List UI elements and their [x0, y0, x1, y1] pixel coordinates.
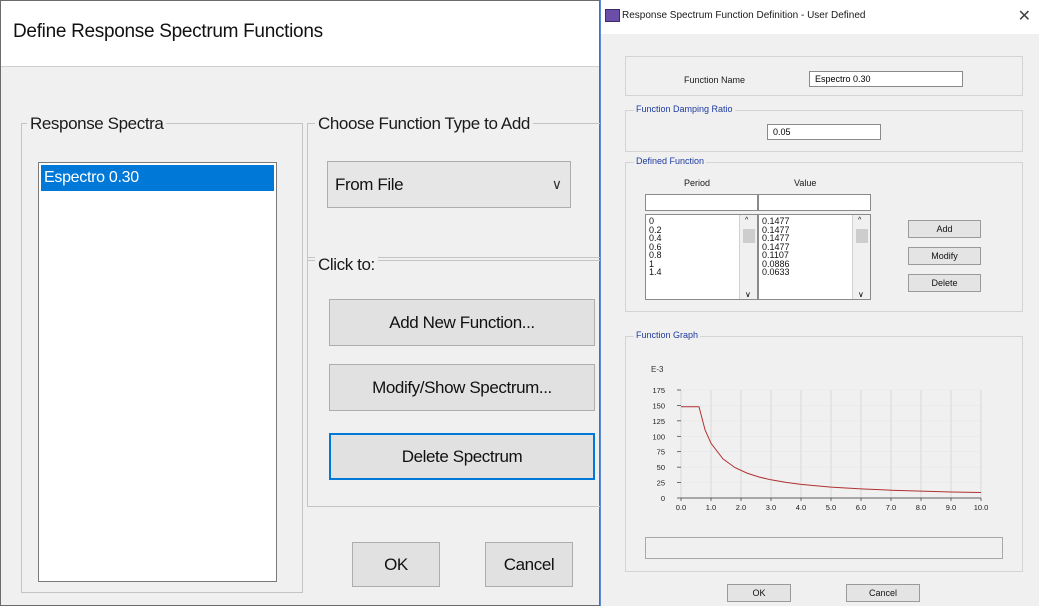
- graph-ticks: 0.0 1.0 2.0 3.0 4.0 5.0 6.0 7.0 8.0 9.0 10.0 0 25 50 7…: [652, 386, 988, 512]
- x-tick-label: 6.0: [856, 503, 866, 512]
- value-listbox[interactable]: 0.1477 0.1477 0.1477 0.1477 0.1107 0.088…: [758, 214, 871, 300]
- period-listbox[interactable]: 0 0.2 0.4 0.6 0.8 1 1.4 ^ ∨: [645, 214, 758, 300]
- y-multiplier-label: E-3: [651, 365, 664, 374]
- x-tick-label: 0.0: [676, 503, 686, 512]
- damping-input[interactable]: 0.05: [767, 124, 881, 140]
- value-list: 0.1477 0.1477 0.1477 0.1477 0.1107 0.088…: [762, 217, 790, 277]
- value-input[interactable]: [758, 194, 871, 211]
- value-header: Value: [794, 178, 817, 188]
- definition-ok-button[interactable]: OK: [727, 584, 791, 602]
- function-name-label: Function Name: [684, 75, 746, 85]
- x-tick-label: 9.0: [946, 503, 956, 512]
- spectrum-definition-dialog: Response Spectrum Function Definition - …: [600, 0, 1039, 606]
- y-tick-label: 25: [657, 479, 665, 488]
- definition-cancel-button[interactable]: Cancel: [846, 584, 920, 602]
- spectra-listbox[interactable]: Espectro 0.30: [38, 162, 277, 582]
- graph-status-box: [645, 537, 1003, 559]
- y-tick-label: 75: [657, 448, 665, 457]
- modify-spectrum-button[interactable]: Modify/Show Spectrum...: [329, 364, 595, 411]
- scroll-up-icon[interactable]: ^: [745, 217, 748, 224]
- delete-spectrum-button[interactable]: Delete Spectrum: [329, 433, 595, 480]
- add-new-function-button[interactable]: Add New Function...: [329, 299, 595, 346]
- y-tick-label: 100: [652, 432, 665, 441]
- scroll-down-icon[interactable]: ∨: [858, 290, 864, 299]
- function-graph: E-3 0.0 1.0 2.0 3.0 4.0 5.0 6.0 7.0 8.0 9.0 10.0 0 2…: [651, 365, 988, 512]
- close-icon[interactable]: ✕: [1018, 6, 1031, 26]
- chevron-down-icon[interactable]: ∨: [552, 176, 562, 193]
- click-to-label: Click to:: [315, 255, 378, 275]
- y-tick-label: 0: [661, 494, 665, 503]
- value-scrollbar[interactable]: ^ ∨: [852, 215, 870, 299]
- y-tick-label: 175: [652, 386, 665, 395]
- function-type-select[interactable]: From File ∨: [327, 161, 571, 208]
- app-icon: [605, 9, 620, 22]
- scroll-up-icon[interactable]: ^: [858, 217, 861, 224]
- x-tick-label: 5.0: [826, 503, 836, 512]
- x-tick-label: 7.0: [886, 503, 896, 512]
- modify-button[interactable]: Modify: [908, 247, 981, 265]
- list-item[interactable]: Espectro 0.30: [41, 165, 274, 191]
- x-tick-label: 3.0: [766, 503, 776, 512]
- period-scrollbar[interactable]: ^ ∨: [739, 215, 757, 299]
- period-list: 0 0.2 0.4 0.6 0.8 1 1.4: [649, 217, 662, 277]
- scroll-thumb[interactable]: [856, 229, 868, 243]
- list-item[interactable]: 0.0633: [762, 268, 790, 277]
- definition-title-bar: Response Spectrum Function Definition - …: [601, 0, 1039, 34]
- function-type-value: From File: [335, 175, 404, 194]
- x-tick-label: 8.0: [916, 503, 926, 512]
- function-name-input[interactable]: Espectro 0.30: [809, 71, 963, 87]
- cancel-button[interactable]: Cancel: [485, 542, 573, 587]
- x-tick-label: 2.0: [736, 503, 746, 512]
- y-tick-label: 50: [657, 463, 665, 472]
- damping-group-label: Function Damping Ratio: [634, 104, 735, 114]
- list-item[interactable]: 1.4: [649, 268, 662, 277]
- define-spectrum-dialog: Define Response Spectrum Functions Respo…: [0, 0, 601, 606]
- x-tick-label: 4.0: [796, 503, 806, 512]
- defined-function-label: Defined Function: [634, 156, 707, 166]
- delete-button[interactable]: Delete: [908, 274, 981, 292]
- x-tick-label: 10.0: [974, 503, 989, 512]
- period-input[interactable]: [645, 194, 758, 211]
- add-button[interactable]: Add: [908, 220, 981, 238]
- y-tick-label: 150: [652, 401, 665, 410]
- dialog-title-bar: Define Response Spectrum Functions: [1, 1, 599, 67]
- graph-grid: [680, 389, 982, 499]
- scroll-down-icon[interactable]: ∨: [745, 290, 751, 299]
- scroll-thumb[interactable]: [743, 229, 755, 243]
- function-graph-label: Function Graph: [634, 330, 701, 340]
- dialog-title: Define Response Spectrum Functions: [13, 21, 323, 42]
- definition-title: Response Spectrum Function Definition - …: [622, 10, 866, 21]
- x-tick-label: 1.0: [706, 503, 716, 512]
- period-header: Period: [684, 178, 711, 188]
- response-spectra-label: Response Spectra: [27, 114, 167, 134]
- function-type-label: Choose Function Type to Add: [315, 114, 533, 134]
- y-tick-label: 125: [652, 417, 665, 426]
- ok-button[interactable]: OK: [352, 542, 440, 587]
